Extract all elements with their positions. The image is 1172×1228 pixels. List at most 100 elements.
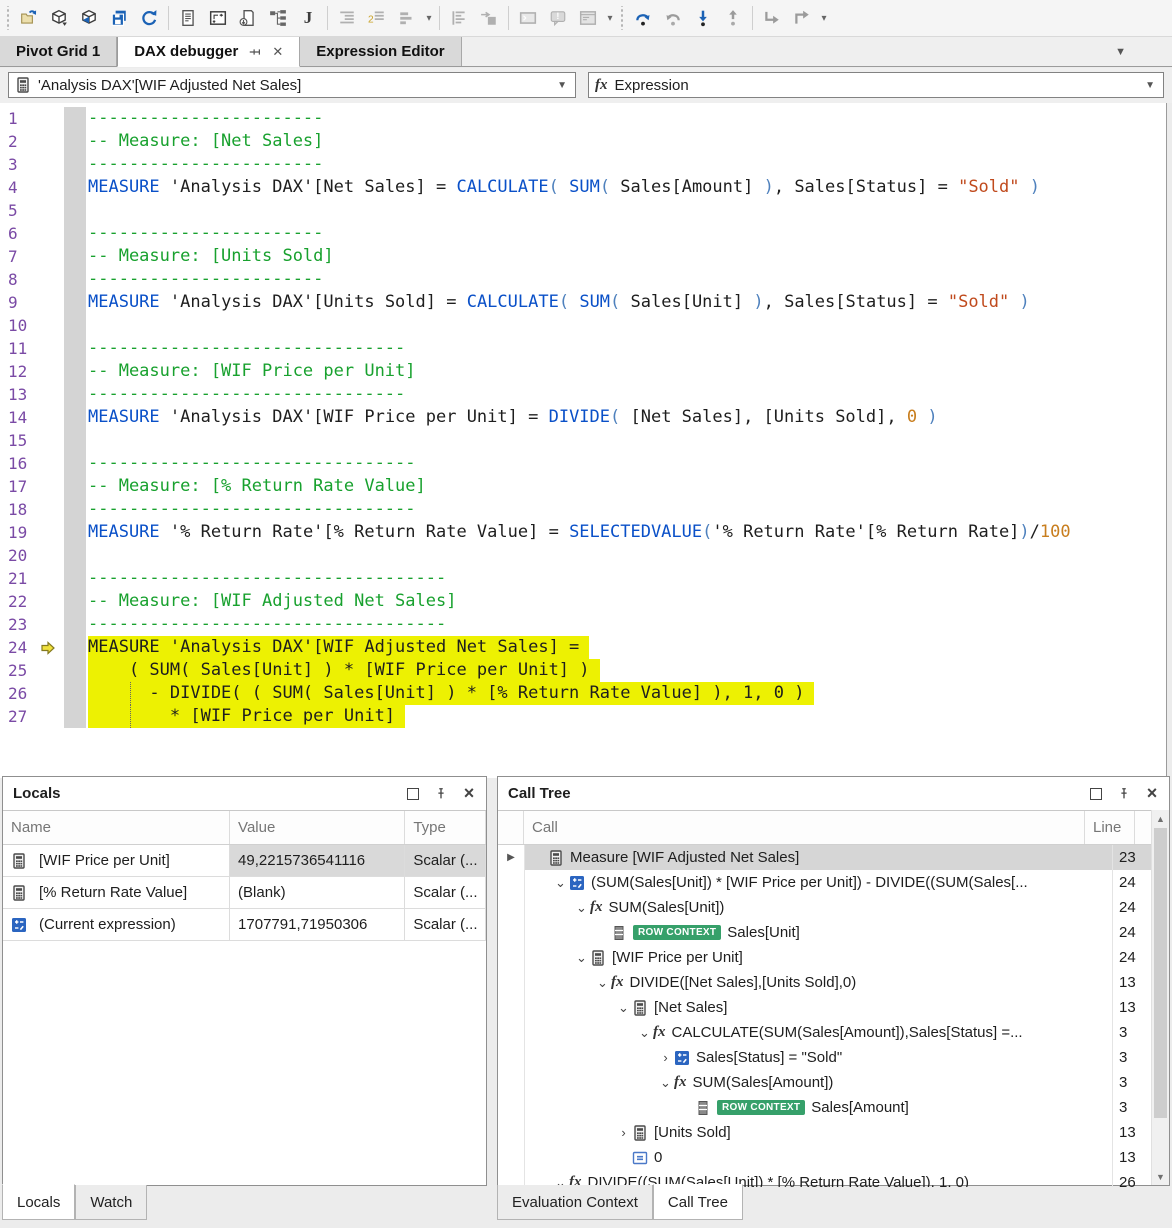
breakpoint-margin[interactable] (38, 199, 64, 222)
breakpoint-margin[interactable] (38, 613, 64, 636)
close-icon[interactable]: × (462, 787, 476, 801)
code-line[interactable]: 11------------------------------- (0, 337, 1166, 360)
code-line[interactable]: 2-- Measure: [Net Sales] (0, 130, 1166, 153)
breakpoint-margin[interactable] (38, 659, 64, 682)
code-line[interactable]: 15 (0, 429, 1166, 452)
column-header-line[interactable]: Line (1085, 811, 1135, 844)
code-line[interactable]: 7-- Measure: [Units Sold] (0, 245, 1166, 268)
layout-options-button[interactable] (392, 3, 422, 33)
new-hierarchy-button[interactable] (263, 3, 293, 33)
call-tree-row[interactable]: ⌄(SUM(Sales[Unit]) * [WIF Price per Unit… (498, 870, 1169, 895)
code-line[interactable]: 5 (0, 199, 1166, 222)
step-over-button[interactable] (628, 3, 658, 33)
code-line[interactable]: 20 (0, 544, 1166, 567)
breakpoint-margin[interactable] (38, 245, 64, 268)
code-line[interactable]: 22-- Measure: [WIF Adjusted Net Sales] (0, 590, 1166, 613)
expander-open-icon[interactable]: ⌄ (657, 1075, 674, 1091)
code-line[interactable]: 27 * [WIF Price per Unit] (0, 705, 1166, 728)
deploy-model-button[interactable] (44, 3, 74, 33)
breakpoint-margin[interactable] (38, 590, 64, 613)
close-icon[interactable]: ✕ (272, 44, 283, 60)
tab-expression-editor[interactable]: Expression Editor (300, 37, 461, 66)
scroll-down-icon[interactable]: ▼ (1152, 1168, 1169, 1185)
code-line[interactable]: 24MEASURE 'Analysis DAX'[WIF Adjusted Ne… (0, 636, 1166, 659)
breakpoint-margin[interactable] (38, 130, 64, 153)
breakpoint-margin[interactable] (38, 314, 64, 337)
new-dax-script-button[interactable]: J (293, 3, 323, 33)
expander-open-icon[interactable]: ⌄ (594, 975, 611, 991)
tab-dax-debugger[interactable]: DAX debugger✕ (117, 37, 300, 67)
call-tree-row[interactable]: ›[Units Sold]13 (498, 1120, 1169, 1145)
call-tree-row[interactable]: ›Sales[Status] = "Sold"3 (498, 1045, 1169, 1070)
vertical-scrollbar[interactable]: ▲ ▼ (1151, 810, 1169, 1185)
breakpoint-margin[interactable] (38, 682, 64, 705)
format-indent-alt-button[interactable]: 2 (362, 3, 392, 33)
run-to-button[interactable] (787, 3, 817, 33)
code-line[interactable]: 10 (0, 314, 1166, 337)
call-tree-row[interactable]: ⌄fxSUM(Sales[Amount])3 (498, 1070, 1169, 1095)
chevron-down-icon[interactable]: ▼ (1145, 80, 1155, 91)
expression-selector-combobox[interactable]: fx Expression ▼ (588, 72, 1164, 98)
expander-closed-icon[interactable]: › (657, 1050, 674, 1065)
tab-call-tree[interactable]: Call Tree (653, 1184, 743, 1220)
column-header-name[interactable]: Name (3, 811, 230, 844)
scrollbar-thumb[interactable] (1154, 828, 1167, 1118)
new-document-button[interactable] (173, 3, 203, 33)
code-line[interactable]: 23----------------------------------- (0, 613, 1166, 636)
measure-selector-combobox[interactable]: 'Analysis DAX'[WIF Adjusted Net Sales] ▼ (8, 72, 576, 98)
locals-row[interactable]: (Current expression)1707791,71950306Scal… (3, 909, 486, 941)
code-line[interactable]: 18-------------------------------- (0, 498, 1166, 521)
open-report-button[interactable] (14, 3, 44, 33)
step-back-button[interactable] (658, 3, 688, 33)
breakpoint-margin[interactable] (38, 498, 64, 521)
column-header-value[interactable]: Value (230, 811, 405, 844)
pin-icon[interactable] (248, 45, 262, 59)
code-line[interactable]: 1----------------------- (0, 107, 1166, 130)
message-window-button[interactable]: ! (543, 3, 573, 33)
call-tree-row[interactable]: ▶Measure [WIF Adjusted Net Sales]23 (498, 845, 1169, 870)
toolbar-drag-handle-2[interactable] (618, 6, 626, 30)
code-line[interactable]: 6----------------------- (0, 222, 1166, 245)
toolbar-drag-handle[interactable] (4, 6, 12, 30)
expander-open-icon[interactable]: ⌄ (552, 875, 569, 891)
close-icon[interactable]: × (1145, 787, 1159, 801)
maximize-icon[interactable] (1089, 787, 1103, 801)
scroll-up-icon[interactable]: ▲ (1152, 810, 1169, 827)
expander-closed-icon[interactable]: › (615, 1125, 632, 1140)
dax-code-editor[interactable]: 1-----------------------2-- Measure: [Ne… (0, 103, 1167, 778)
breakpoint-margin[interactable] (38, 636, 64, 659)
breakpoint-margin[interactable] (38, 107, 64, 130)
preview-window-button[interactable] (573, 3, 603, 33)
code-line[interactable]: 17-- Measure: [% Return Rate Value] (0, 475, 1166, 498)
code-line[interactable]: 16-------------------------------- (0, 452, 1166, 475)
breakpoint-margin[interactable] (38, 475, 64, 498)
breakpoint-margin[interactable] (38, 544, 64, 567)
dropdown-caret-icon[interactable]: ▾ (423, 13, 435, 24)
locals-row[interactable]: [WIF Price per Unit]49,2215736541116Scal… (3, 845, 486, 877)
code-line[interactable]: 26 - DIVIDE( ( SUM( Sales[Unit] ) * [% R… (0, 682, 1166, 705)
tab-locals[interactable]: Locals (2, 1184, 75, 1220)
expander-open-icon[interactable]: ⌄ (573, 900, 590, 916)
locals-row[interactable]: [% Return Rate Value](Blank)Scalar (... (3, 877, 486, 909)
format-indent-button[interactable] (332, 3, 362, 33)
step-into-button[interactable] (688, 3, 718, 33)
breakpoint-margin[interactable] (38, 360, 64, 383)
column-header-call[interactable]: Call (524, 811, 1085, 844)
breakpoint-margin[interactable] (38, 222, 64, 245)
breakpoint-margin[interactable] (38, 567, 64, 590)
new-query-button[interactable] (233, 3, 263, 33)
maximize-icon[interactable] (406, 787, 420, 801)
call-tree-row[interactable]: ROW CONTEXTSales[Unit]24 (498, 920, 1169, 945)
breakpoint-margin[interactable] (38, 268, 64, 291)
breakpoint-margin[interactable] (38, 176, 64, 199)
call-tree-row[interactable]: ⌄[Net Sales]13 (498, 995, 1169, 1020)
call-tree-row[interactable]: ⌄fxCALCULATE(SUM(Sales[Amount]),Sales[St… (498, 1020, 1169, 1045)
call-tree-row[interactable]: ROW CONTEXTSales[Amount]3 (498, 1095, 1169, 1120)
refresh-button[interactable] (134, 3, 164, 33)
code-line[interactable]: 8----------------------- (0, 268, 1166, 291)
pin-icon[interactable] (434, 787, 448, 801)
call-tree-row[interactable]: ⌄[WIF Price per Unit]24 (498, 945, 1169, 970)
breakpoint-margin[interactable] (38, 521, 64, 544)
chevron-down-icon[interactable]: ▼ (557, 80, 567, 91)
dropdown-caret-icon[interactable]: ▾ (604, 13, 616, 24)
